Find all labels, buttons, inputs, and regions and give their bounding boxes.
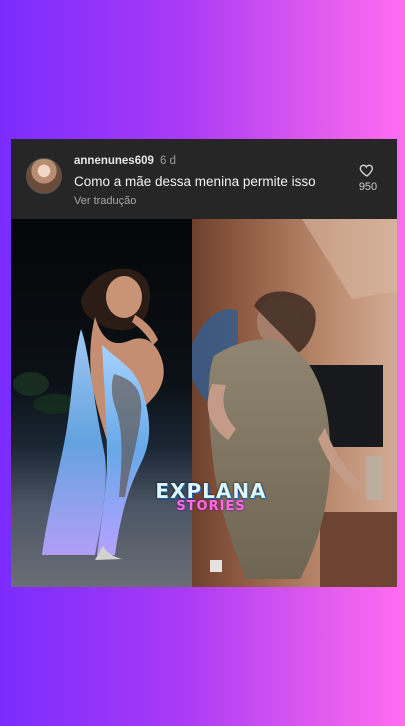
translate-link[interactable]: Ver tradução <box>74 195 136 207</box>
comment-time: 6 d <box>160 155 176 167</box>
avatar[interactable] <box>26 158 62 194</box>
comment-username[interactable]: annenunes609 <box>74 155 154 167</box>
watermark: EXPLANA STORIES <box>141 479 281 514</box>
comment-header: annenunes609 6 d Como a mãe dessa menina… <box>11 139 397 219</box>
comment-text: Como a mãe dessa menina permite isso <box>74 174 316 189</box>
like-count: 950 <box>358 181 378 193</box>
left-photo <box>11 219 192 587</box>
right-photo-art <box>192 219 397 587</box>
post-card: annenunes609 6 d Como a mãe dessa menina… <box>11 139 397 587</box>
right-photo <box>192 219 397 587</box>
heart-icon[interactable] <box>359 162 375 178</box>
left-photo-art <box>11 219 192 587</box>
